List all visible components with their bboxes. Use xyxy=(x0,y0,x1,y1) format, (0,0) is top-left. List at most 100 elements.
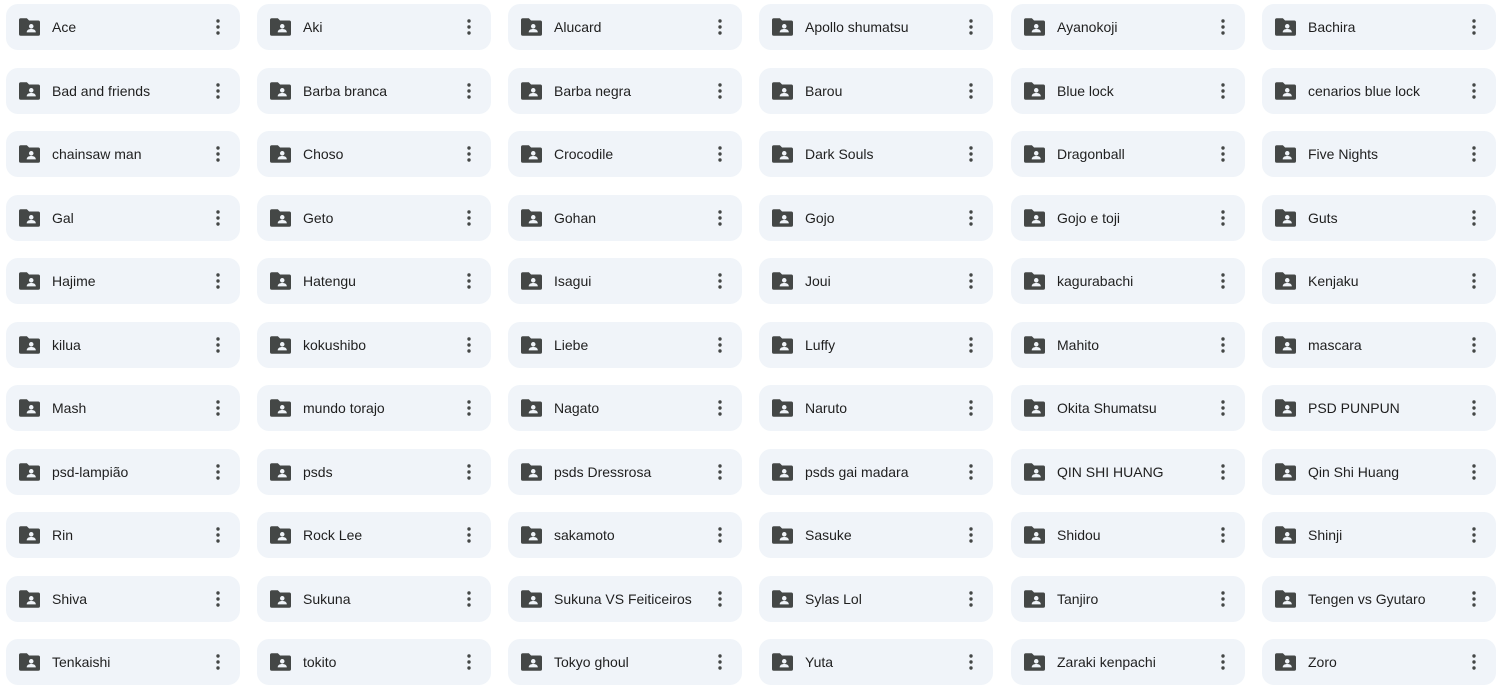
folder-item[interactable]: Blue lock xyxy=(1011,68,1245,114)
more-vert-icon[interactable] xyxy=(204,648,232,676)
more-vert-icon[interactable] xyxy=(1209,267,1237,295)
folder-item[interactable]: Mahito xyxy=(1011,322,1245,368)
folder-item[interactable]: Crocodile xyxy=(508,131,742,177)
more-vert-icon[interactable] xyxy=(204,204,232,232)
more-vert-icon[interactable] xyxy=(957,458,985,486)
folder-item[interactable]: Tengen vs Gyutaro xyxy=(1262,576,1496,622)
folder-item[interactable]: Dark Souls xyxy=(759,131,993,177)
folder-item[interactable]: Geto xyxy=(257,195,491,241)
folder-item[interactable]: Dragonball xyxy=(1011,131,1245,177)
more-vert-icon[interactable] xyxy=(957,267,985,295)
more-vert-icon[interactable] xyxy=(1460,585,1488,613)
more-vert-icon[interactable] xyxy=(1460,140,1488,168)
more-vert-icon[interactable] xyxy=(1209,585,1237,613)
folder-item[interactable]: Kenjaku xyxy=(1262,258,1496,304)
folder-item[interactable]: Tenkaishi xyxy=(6,639,240,685)
more-vert-icon[interactable] xyxy=(706,331,734,359)
more-vert-icon[interactable] xyxy=(204,13,232,41)
folder-item[interactable]: cenarios blue lock xyxy=(1262,68,1496,114)
folder-item[interactable]: Aki xyxy=(257,4,491,50)
folder-item[interactable]: Bachira xyxy=(1262,4,1496,50)
more-vert-icon[interactable] xyxy=(706,77,734,105)
more-vert-icon[interactable] xyxy=(957,585,985,613)
folder-item[interactable]: Nagato xyxy=(508,385,742,431)
more-vert-icon[interactable] xyxy=(455,140,483,168)
more-vert-icon[interactable] xyxy=(706,394,734,422)
more-vert-icon[interactable] xyxy=(957,140,985,168)
more-vert-icon[interactable] xyxy=(957,13,985,41)
folder-item[interactable]: Barba branca xyxy=(257,68,491,114)
folder-item[interactable]: Tokyo ghoul xyxy=(508,639,742,685)
more-vert-icon[interactable] xyxy=(1460,77,1488,105)
folder-item[interactable]: Mash xyxy=(6,385,240,431)
folder-item[interactable]: psd-lampião xyxy=(6,449,240,495)
more-vert-icon[interactable] xyxy=(957,77,985,105)
folder-item[interactable]: Liebe xyxy=(508,322,742,368)
more-vert-icon[interactable] xyxy=(455,458,483,486)
more-vert-icon[interactable] xyxy=(706,585,734,613)
folder-item[interactable]: Barba negra xyxy=(508,68,742,114)
folder-item[interactable]: chainsaw man xyxy=(6,131,240,177)
more-vert-icon[interactable] xyxy=(204,267,232,295)
folder-item[interactable]: Barou xyxy=(759,68,993,114)
more-vert-icon[interactable] xyxy=(1460,458,1488,486)
more-vert-icon[interactable] xyxy=(455,331,483,359)
more-vert-icon[interactable] xyxy=(957,204,985,232)
more-vert-icon[interactable] xyxy=(1460,331,1488,359)
folder-item[interactable]: Luffy xyxy=(759,322,993,368)
folder-item[interactable]: Qin Shi Huang xyxy=(1262,449,1496,495)
more-vert-icon[interactable] xyxy=(1460,13,1488,41)
more-vert-icon[interactable] xyxy=(1209,521,1237,549)
more-vert-icon[interactable] xyxy=(706,140,734,168)
folder-item[interactable]: Shidou xyxy=(1011,512,1245,558)
more-vert-icon[interactable] xyxy=(706,13,734,41)
more-vert-icon[interactable] xyxy=(1460,521,1488,549)
folder-item[interactable]: Rock Lee xyxy=(257,512,491,558)
folder-item[interactable]: mundo torajo xyxy=(257,385,491,431)
more-vert-icon[interactable] xyxy=(455,77,483,105)
more-vert-icon[interactable] xyxy=(1209,331,1237,359)
more-vert-icon[interactable] xyxy=(706,267,734,295)
more-vert-icon[interactable] xyxy=(204,458,232,486)
more-vert-icon[interactable] xyxy=(1460,267,1488,295)
folder-item[interactable]: Guts xyxy=(1262,195,1496,241)
more-vert-icon[interactable] xyxy=(706,521,734,549)
folder-item[interactable]: Ayanokoji xyxy=(1011,4,1245,50)
more-vert-icon[interactable] xyxy=(204,394,232,422)
more-vert-icon[interactable] xyxy=(957,521,985,549)
folder-item[interactable]: Zaraki kenpachi xyxy=(1011,639,1245,685)
folder-item[interactable]: Five Nights xyxy=(1262,131,1496,177)
folder-item[interactable]: tokito xyxy=(257,639,491,685)
folder-item[interactable]: Sylas Lol xyxy=(759,576,993,622)
more-vert-icon[interactable] xyxy=(204,585,232,613)
more-vert-icon[interactable] xyxy=(455,204,483,232)
folder-item[interactable]: kagurabachi xyxy=(1011,258,1245,304)
more-vert-icon[interactable] xyxy=(957,394,985,422)
folder-item[interactable]: psds xyxy=(257,449,491,495)
folder-item[interactable]: psds Dressrosa xyxy=(508,449,742,495)
folder-item[interactable]: Gohan xyxy=(508,195,742,241)
more-vert-icon[interactable] xyxy=(455,521,483,549)
folder-item[interactable]: Gal xyxy=(6,195,240,241)
more-vert-icon[interactable] xyxy=(204,331,232,359)
folder-item[interactable]: Isagui xyxy=(508,258,742,304)
folder-item[interactable]: Bad and friends xyxy=(6,68,240,114)
more-vert-icon[interactable] xyxy=(455,13,483,41)
folder-item[interactable]: Okita Shumatsu xyxy=(1011,385,1245,431)
folder-item[interactable]: Joui xyxy=(759,258,993,304)
more-vert-icon[interactable] xyxy=(1209,394,1237,422)
folder-item[interactable]: Gojo e toji xyxy=(1011,195,1245,241)
folder-item[interactable]: kokushibo xyxy=(257,322,491,368)
folder-item[interactable]: Gojo xyxy=(759,195,993,241)
more-vert-icon[interactable] xyxy=(1209,140,1237,168)
folder-item[interactable]: kilua xyxy=(6,322,240,368)
folder-item[interactable]: Shinji xyxy=(1262,512,1496,558)
folder-item[interactable]: QIN SHI HUANG xyxy=(1011,449,1245,495)
more-vert-icon[interactable] xyxy=(455,585,483,613)
more-vert-icon[interactable] xyxy=(1209,13,1237,41)
folder-item[interactable]: PSD PUNPUN xyxy=(1262,385,1496,431)
more-vert-icon[interactable] xyxy=(455,648,483,676)
folder-item[interactable]: Hajime xyxy=(6,258,240,304)
folder-item[interactable]: Ace xyxy=(6,4,240,50)
more-vert-icon[interactable] xyxy=(706,204,734,232)
